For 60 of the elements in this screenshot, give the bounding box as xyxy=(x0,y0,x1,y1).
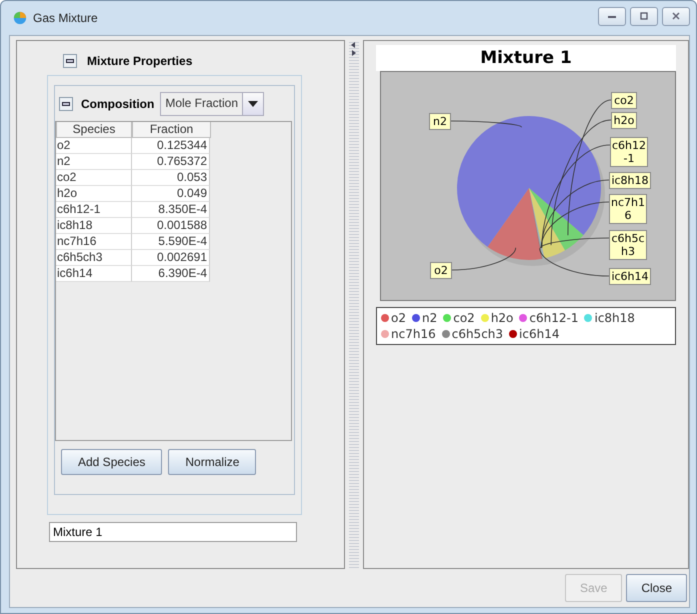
column-header[interactable]: Species xyxy=(56,122,132,138)
table-cell: o2 xyxy=(56,138,132,154)
legend-label: nc7h16 xyxy=(391,327,436,341)
slice-label: c6h5ch3 xyxy=(609,230,647,260)
dialog-button[interactable]: Close xyxy=(626,574,687,602)
table-cell: 8.350E-4 xyxy=(132,202,210,218)
close-button[interactable] xyxy=(662,6,690,26)
slice-label: c6h12-1 xyxy=(610,137,648,167)
legend-label: ic6h14 xyxy=(519,327,560,341)
slice-label: nc7h16 xyxy=(609,194,647,224)
legend-label: co2 xyxy=(453,311,475,325)
slice-label: o2 xyxy=(430,262,452,279)
action-button[interactable]: Normalize xyxy=(168,449,256,475)
table-cell: h2o xyxy=(56,186,132,202)
legend-label: c6h5ch3 xyxy=(452,327,504,341)
table-cell: 0.765372 xyxy=(132,154,210,170)
slice-label: ic6h14 xyxy=(609,268,651,285)
maximize-button[interactable] xyxy=(630,6,658,26)
legend-label: h2o xyxy=(490,311,514,325)
table-cell: ic6h14 xyxy=(56,266,132,282)
legend-label: ic8h18 xyxy=(594,311,635,325)
table-cell: 0.002691 xyxy=(132,250,210,266)
table-cell: 0.049 xyxy=(132,186,210,202)
minimize-button[interactable] xyxy=(598,6,626,26)
chart-title: Mixture 1 xyxy=(376,45,676,71)
table-cell: 0.001588 xyxy=(132,218,210,234)
caret-icon xyxy=(248,101,258,107)
app-logo-icon xyxy=(13,11,27,25)
slice-label: ic8h18 xyxy=(609,172,651,189)
collapse-toggle[interactable] xyxy=(63,54,77,68)
slice-label: co2 xyxy=(611,92,637,109)
small-pie-slices xyxy=(529,188,544,259)
table-cell: ic8h18 xyxy=(56,218,132,234)
legend-label: c6h12-1 xyxy=(529,311,578,325)
table-cell: 6.390E-4 xyxy=(132,266,210,282)
table-cell: 0.053 xyxy=(132,170,210,186)
mixture-name-field[interactable]: Mixture 1 xyxy=(49,522,297,542)
section-title: Composition xyxy=(81,97,154,111)
legend-label: n2 xyxy=(422,311,438,325)
table-cell: nc7h16 xyxy=(56,234,132,250)
leader-line xyxy=(450,120,522,128)
section-title: Mixture Properties xyxy=(87,54,192,68)
table-cell: 5.590E-4 xyxy=(132,234,210,250)
collapse-toggle[interactable] xyxy=(59,97,73,111)
table-cell: 0.125344 xyxy=(132,138,210,154)
basis-dropdown[interactable]: Mole Fraction xyxy=(160,92,264,116)
slice-label: h2o xyxy=(611,112,637,129)
table-cell: c6h5ch3 xyxy=(56,250,132,266)
window-title: Gas Mixture xyxy=(33,11,99,25)
table-cell: n2 xyxy=(56,154,132,170)
maximize-icon xyxy=(638,12,650,20)
split-arrows-icon[interactable] xyxy=(351,42,356,56)
table-cell: co2 xyxy=(56,170,132,186)
slice-label: n2 xyxy=(429,113,451,130)
legend-label: o2 xyxy=(391,311,406,325)
action-button[interactable]: Add Species xyxy=(61,449,162,475)
close-icon xyxy=(670,12,682,20)
leader-line xyxy=(452,247,516,270)
table-cell: c6h12-1 xyxy=(56,202,132,218)
column-header[interactable]: Fraction xyxy=(132,122,211,138)
